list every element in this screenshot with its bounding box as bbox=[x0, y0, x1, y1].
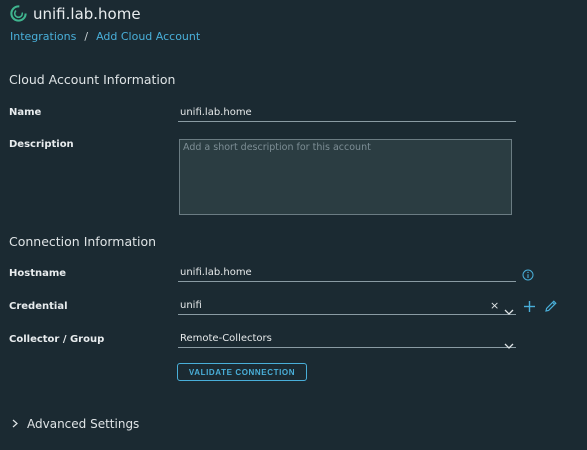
breadcrumb-integrations-link[interactable]: Integrations bbox=[10, 30, 76, 43]
edit-credential-pencil-icon[interactable] bbox=[544, 298, 558, 317]
breadcrumb: Integrations / Add Cloud Account bbox=[10, 30, 200, 43]
collector-chevron-down-icon[interactable] bbox=[504, 335, 514, 354]
collector-group-label: Collector / Group bbox=[9, 334, 105, 345]
name-label: Name bbox=[9, 107, 42, 118]
cloud-account-section-title: Cloud Account Information bbox=[9, 72, 176, 87]
collector-group-select[interactable]: Remote-Collectors bbox=[178, 330, 516, 348]
hostname-field[interactable]: unifi.lab.home bbox=[178, 264, 516, 282]
app-header: unifi.lab.home bbox=[9, 4, 141, 23]
advanced-settings-label: Advanced Settings bbox=[27, 417, 140, 431]
breadcrumb-add-cloud-account-link[interactable]: Add Cloud Account bbox=[96, 30, 200, 43]
connection-section-title: Connection Information bbox=[9, 234, 157, 249]
credential-chevron-down-icon[interactable] bbox=[504, 301, 514, 320]
name-field[interactable]: unifi.lab.home bbox=[178, 104, 516, 122]
description-textarea[interactable]: Add a short description for this account bbox=[179, 139, 512, 215]
advanced-settings-toggle[interactable]: Advanced Settings bbox=[12, 417, 139, 431]
page-title: unifi.lab.home bbox=[33, 4, 141, 23]
info-icon[interactable] bbox=[522, 266, 534, 285]
validate-connection-button[interactable]: VALIDATE CONNECTION bbox=[177, 363, 307, 381]
breadcrumb-separator: / bbox=[84, 30, 89, 43]
vrealize-logo-icon bbox=[9, 4, 28, 23]
add-credential-plus-icon[interactable] bbox=[523, 298, 536, 317]
hostname-label: Hostname bbox=[9, 268, 67, 279]
chevron-right-icon bbox=[12, 417, 18, 431]
clear-credential-icon[interactable]: × bbox=[490, 299, 499, 312]
credential-select[interactable]: unifi bbox=[178, 297, 516, 315]
credential-label: Credential bbox=[9, 301, 68, 312]
description-label: Description bbox=[9, 139, 74, 150]
